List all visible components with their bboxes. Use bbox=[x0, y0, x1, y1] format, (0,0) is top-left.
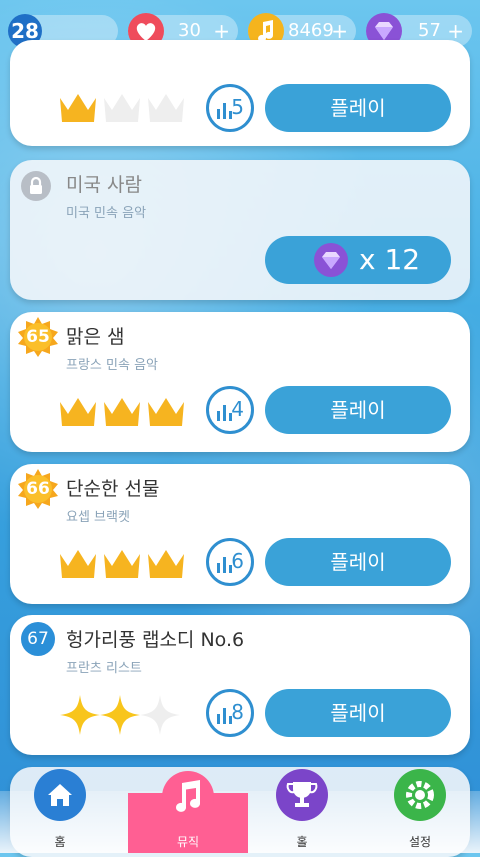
play-count-value: 8 bbox=[231, 700, 244, 724]
level-sun-badge: 65 bbox=[17, 316, 59, 358]
song-title: 헝가리풍 랩소디 No.6 bbox=[66, 629, 245, 651]
play-count-value: 4 bbox=[231, 397, 244, 421]
trophy-icon bbox=[276, 769, 328, 821]
play-count-value: 5 bbox=[231, 95, 244, 119]
song-subtitle: 요셉 브랙켓 bbox=[66, 510, 130, 525]
song-number-badge: 67 bbox=[21, 622, 55, 656]
song-subtitle: 프랑스 민속 음악 bbox=[66, 358, 158, 373]
gem-cost: x 12 bbox=[359, 243, 421, 276]
crown-icon bbox=[148, 550, 184, 578]
crown-icon bbox=[104, 398, 140, 426]
crown-icon bbox=[148, 94, 184, 122]
play-button[interactable]: 플레이 bbox=[265, 689, 451, 737]
nav-settings-label: 설정 bbox=[408, 835, 432, 849]
song-title: 단순한 선물 bbox=[66, 478, 160, 500]
nav-music[interactable]: 뮤직 bbox=[128, 771, 248, 853]
music-note-icon bbox=[162, 771, 214, 823]
lock-icon bbox=[21, 171, 51, 201]
play-button[interactable]: 플레이 bbox=[265, 386, 451, 434]
unlock-with-gems-button[interactable]: x 12 bbox=[265, 236, 451, 284]
star-rating bbox=[60, 695, 180, 735]
star-icon bbox=[60, 695, 100, 735]
bottom-nav: 홈 뮤직 홀 설정 bbox=[0, 769, 480, 853]
nav-hall-label: 홀 bbox=[296, 835, 308, 849]
play-button[interactable]: 플레이 bbox=[265, 84, 451, 132]
song-card: 5 플레이 bbox=[10, 40, 470, 146]
nav-home-label: 홈 bbox=[54, 835, 66, 849]
song-subtitle: 미국 민속 음악 bbox=[66, 206, 147, 221]
play-count: 4 bbox=[206, 386, 254, 434]
home-icon bbox=[34, 769, 86, 821]
crown-icon bbox=[60, 550, 96, 578]
star-icon bbox=[140, 695, 180, 735]
nav-hall[interactable]: 홀 bbox=[242, 769, 362, 853]
play-button[interactable]: 플레이 bbox=[265, 538, 451, 586]
nav-music-label: 뮤직 bbox=[176, 835, 200, 849]
crown-icon bbox=[60, 94, 96, 122]
song-subtitle: 프란츠 리스트 bbox=[66, 661, 142, 676]
nav-home[interactable]: 홈 bbox=[0, 769, 120, 853]
play-count: 5 bbox=[206, 84, 254, 132]
crown-icon bbox=[60, 398, 96, 426]
song-title: 미국 사람 bbox=[66, 174, 142, 196]
crown-rating bbox=[60, 550, 184, 578]
level-sun-badge: 66 bbox=[17, 468, 59, 510]
song-card: 66 단순한 선물 요셉 브랙켓 6 플레이 bbox=[10, 464, 470, 604]
nav-settings[interactable]: 설정 bbox=[360, 769, 480, 853]
crown-rating bbox=[60, 94, 184, 122]
play-count: 8 bbox=[206, 689, 254, 737]
gear-icon bbox=[394, 769, 446, 821]
crown-icon bbox=[104, 94, 140, 122]
diamond-icon bbox=[314, 243, 348, 277]
crown-icon bbox=[148, 398, 184, 426]
song-card: 65 맑은 샘 프랑스 민속 음악 4 플레이 bbox=[10, 312, 470, 452]
song-card: 67 헝가리풍 랩소디 No.6 프란츠 리스트 8 플레이 bbox=[10, 615, 470, 755]
crown-icon bbox=[104, 550, 140, 578]
play-count: 6 bbox=[206, 538, 254, 586]
play-count-value: 6 bbox=[231, 549, 244, 573]
star-icon bbox=[100, 695, 140, 735]
song-title: 맑은 샘 bbox=[66, 326, 125, 348]
locked-song-card: 미국 사람 미국 민속 음악 x 12 bbox=[10, 160, 470, 300]
crown-rating bbox=[60, 398, 184, 426]
